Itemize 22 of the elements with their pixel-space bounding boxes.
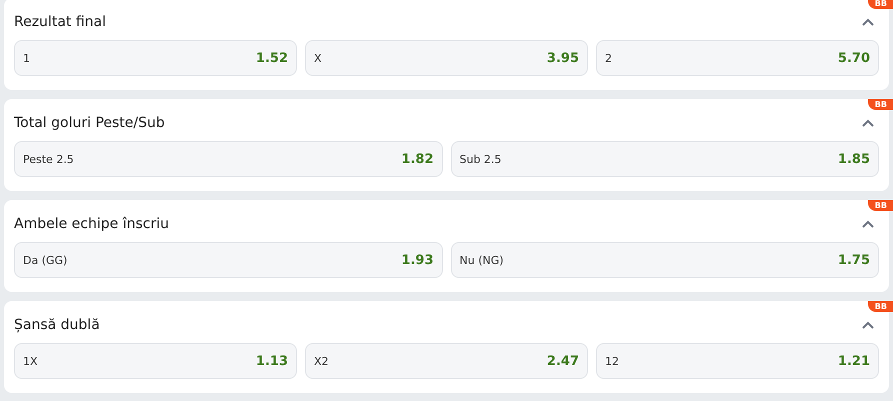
market-title: Total goluri Peste/Sub: [14, 115, 165, 131]
market-title: Rezultat final: [14, 14, 106, 30]
bet-builder-badge: BB: [868, 200, 893, 211]
odds-button[interactable]: Peste 2.5 1.82: [14, 141, 442, 177]
odds-button[interactable]: Nu (NG) 1.75: [450, 242, 879, 278]
odds-button[interactable]: Sub 2.5 1.85: [450, 141, 879, 177]
market-title: Ambele echipe înscriu: [14, 216, 169, 232]
bet-builder-badge: BB: [868, 99, 893, 110]
odds-button[interactable]: X2 2.47: [305, 343, 588, 379]
chevron-icon[interactable]: [861, 219, 875, 229]
odds-button[interactable]: 2 5.70: [596, 40, 879, 76]
chevron-icon[interactable]: [861, 17, 875, 27]
odds-button[interactable]: 1X 1.13: [14, 343, 297, 379]
chevron-icon[interactable]: [861, 118, 875, 128]
odds-button[interactable]: 1 1.52: [14, 40, 297, 76]
odds-button[interactable]: Da (GG) 1.93: [14, 242, 442, 278]
market-title: Șansă dublă: [14, 317, 100, 333]
odds-button[interactable]: 12 1.21: [596, 343, 879, 379]
odds-button[interactable]: X 3.95: [305, 40, 588, 76]
bet-builder-badge: BB: [868, 0, 893, 9]
bet-builder-badge: BB: [868, 301, 893, 312]
chevron-icon[interactable]: [861, 320, 875, 330]
